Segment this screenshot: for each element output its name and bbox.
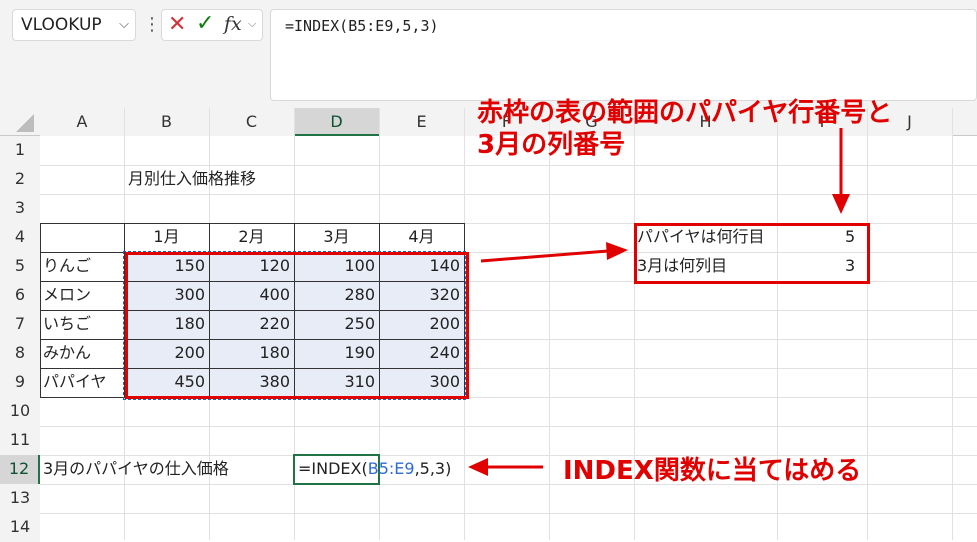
annotation-arrows xyxy=(468,128,850,476)
arrow-right-icon xyxy=(480,242,628,263)
arrow-left-icon xyxy=(468,458,543,476)
arrow-down-icon xyxy=(832,128,850,214)
